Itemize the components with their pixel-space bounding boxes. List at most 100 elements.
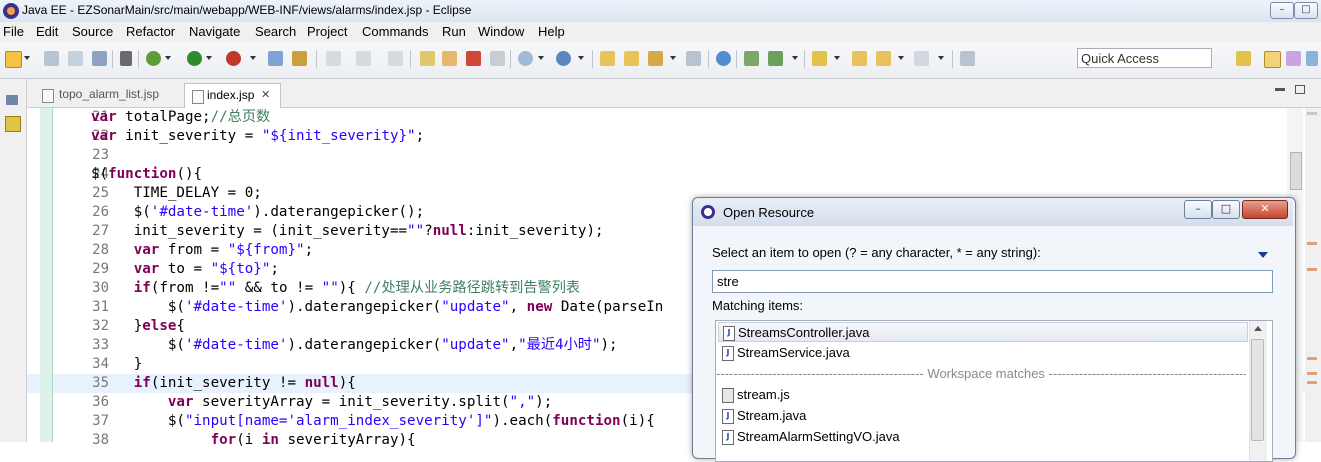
menu-search[interactable]: Search [255, 24, 296, 39]
quick-access-input[interactable]: Quick Access [1077, 48, 1212, 68]
code-text: $('#date-time').daterangepicker(); [91, 204, 425, 220]
overview-mark[interactable] [1307, 268, 1317, 271]
terminate-icon[interactable] [466, 51, 481, 66]
chevron-down-icon[interactable] [206, 56, 212, 60]
scroll-up-icon[interactable] [1254, 326, 1262, 331]
pin-editor-icon[interactable] [960, 51, 975, 66]
eclipse-icon [3, 3, 19, 19]
step-return-icon[interactable] [326, 51, 341, 66]
tab-topo-alarm-list[interactable]: topo_alarm_list.jsp [35, 83, 175, 107]
menu-refactor[interactable]: Refactor [126, 24, 175, 39]
external-tools-icon[interactable] [226, 51, 241, 66]
overview-mark[interactable] [1307, 112, 1317, 115]
chevron-down-icon[interactable] [538, 56, 544, 60]
editor-scroll-thumb[interactable] [1290, 152, 1302, 190]
minimize-editor-icon[interactable] [1275, 88, 1285, 91]
menu-navigate[interactable]: Navigate [189, 24, 240, 39]
save-all-icon[interactable] [68, 51, 83, 66]
menu-window[interactable]: Window [478, 24, 524, 39]
menu-file[interactable]: File [3, 24, 24, 39]
chevron-down-icon[interactable] [24, 56, 30, 60]
code-line[interactable]: 24 $(function(){ [27, 165, 1309, 184]
restore-icon[interactable] [6, 95, 18, 105]
open-task-icon[interactable] [624, 51, 639, 66]
overview-mark[interactable] [1307, 357, 1317, 360]
tab-label: topo_alarm_list.jsp [59, 87, 160, 101]
undo-icon[interactable] [388, 51, 403, 66]
menu-project[interactable]: Project [307, 24, 347, 39]
run-icon[interactable] [187, 51, 202, 66]
suspend-icon[interactable] [442, 51, 457, 66]
java-perspective-icon[interactable] [1306, 51, 1318, 66]
print-icon[interactable] [92, 51, 107, 66]
chevron-down-icon[interactable] [250, 56, 256, 60]
maximize-button[interactable]: □ [1294, 2, 1318, 19]
deploy-icon[interactable] [292, 51, 307, 66]
tab-index-jsp[interactable]: index.jsp ✕ [184, 83, 281, 108]
chevron-down-icon[interactable] [938, 56, 944, 60]
menu-source[interactable]: Source [72, 24, 113, 39]
forward-arrow-icon[interactable] [914, 51, 929, 66]
code-line[interactable]: 21 var totalPage;//总页数 [27, 108, 1309, 127]
search-icon[interactable] [648, 51, 663, 66]
code-text: $(function(){ [91, 166, 203, 182]
close-icon[interactable]: ✕ [261, 84, 270, 106]
redo-icon[interactable] [356, 51, 371, 66]
jsp-file-icon [42, 89, 54, 103]
js-file-icon [722, 388, 734, 403]
list-item[interactable]: J StreamService.java [718, 343, 1248, 363]
back-icon[interactable] [852, 51, 867, 66]
overview-mark[interactable] [1307, 381, 1317, 384]
chevron-down-icon[interactable] [165, 56, 171, 60]
chevron-down-icon[interactable] [898, 56, 904, 60]
list-item[interactable]: J StreamsController.java [718, 322, 1248, 342]
code-line[interactable]: 22 var init_severity = "${init_severity}"… [27, 127, 1309, 146]
resume-icon[interactable] [420, 51, 435, 66]
view-menu-icon[interactable] [1258, 252, 1268, 258]
overview-mark[interactable] [1307, 372, 1317, 375]
debug-perspective-icon[interactable] [1286, 51, 1301, 66]
dialog-maximize-button[interactable]: □ [1212, 200, 1240, 219]
back-arrow-icon[interactable] [876, 51, 891, 66]
menu-edit[interactable]: Edit [36, 24, 58, 39]
chevron-down-icon[interactable] [578, 56, 584, 60]
next-annotation-icon[interactable] [744, 51, 759, 66]
new-java-project-icon[interactable] [518, 51, 533, 66]
maximize-editor-icon[interactable] [1295, 85, 1305, 94]
list-item[interactable]: stream.js [718, 385, 1248, 405]
dialog-prompt: Select an item to open (? = any characte… [712, 245, 1041, 260]
java-ee-perspective-icon[interactable] [1264, 51, 1281, 68]
dialog-close-button[interactable]: ✕ [1242, 200, 1288, 219]
skip-breakpoints-icon[interactable] [120, 51, 132, 66]
chevron-down-icon[interactable] [670, 56, 676, 60]
list-item[interactable]: J StreamAlarmSettingVO.java [718, 427, 1248, 447]
menu-commands[interactable]: Commands [362, 24, 428, 39]
list-scroll-thumb[interactable] [1251, 339, 1264, 441]
code-text: $("input[name='alarm_index_severity']").… [91, 413, 655, 429]
open-type-icon[interactable] [600, 51, 615, 66]
new-icon[interactable] [5, 51, 22, 68]
dialog-title: Open Resource [723, 205, 815, 220]
resource-search-input[interactable]: stre [712, 270, 1273, 293]
open-perspective-icon[interactable] [1236, 51, 1251, 66]
menu-help[interactable]: Help [538, 24, 565, 39]
server-icon[interactable] [268, 51, 283, 66]
toggle-mark-icon[interactable] [686, 51, 701, 66]
chevron-down-icon[interactable] [792, 56, 798, 60]
overview-mark[interactable] [1307, 242, 1317, 245]
menu-run[interactable]: Run [442, 24, 466, 39]
disconnect-icon[interactable] [490, 51, 505, 66]
globe-icon[interactable] [716, 51, 731, 66]
project-explorer-icon[interactable] [5, 116, 21, 132]
prev-annotation-icon[interactable] [768, 51, 783, 66]
minimize-button[interactable]: – [1270, 2, 1294, 19]
pin-icon[interactable] [812, 51, 827, 66]
chevron-down-icon[interactable] [834, 56, 840, 60]
list-item[interactable]: J Stream.java [718, 406, 1248, 426]
dialog-minimize-button[interactable]: – [1184, 200, 1212, 219]
debug-icon[interactable] [146, 51, 161, 66]
save-icon[interactable] [44, 51, 59, 66]
code-line[interactable]: 23 [27, 146, 1309, 165]
new-class-icon[interactable] [556, 51, 571, 66]
matching-items-list[interactable]: J StreamsController.java J StreamService.ja… [715, 320, 1273, 462]
